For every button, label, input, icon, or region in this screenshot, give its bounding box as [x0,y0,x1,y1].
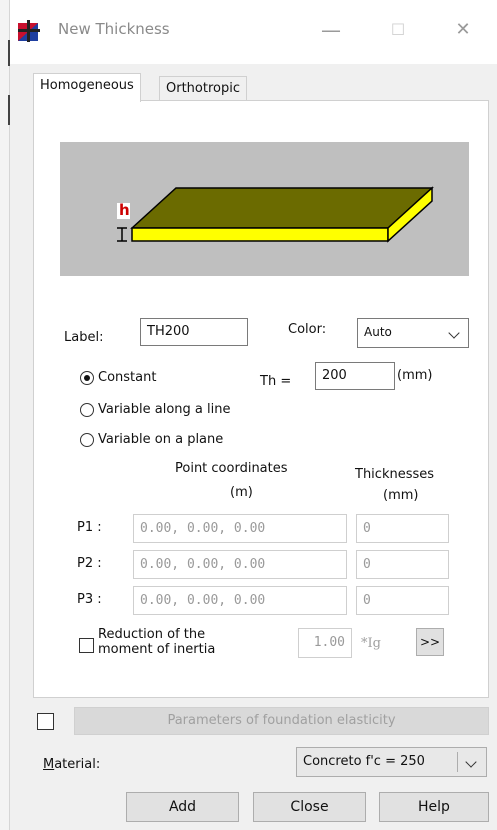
radio-variable-line[interactable]: Variable along a line [80,402,280,420]
reduction-value-input[interactable]: 1.00 [298,628,352,658]
label-input[interactable]: TH200 [140,318,248,346]
color-caption: Color: [288,322,327,337]
material-select[interactable]: Concreto f'c = 250 [296,747,487,777]
chevron-down-icon [448,327,460,339]
app-icon [18,20,40,42]
thicknesses-unit: (mm) [383,488,419,503]
radio-variable-plane[interactable]: Variable on a plane [80,432,280,450]
height-dimension-label: h [119,201,130,219]
add-button[interactable]: Add [126,792,239,822]
point-coordinates-header: Point coordinates [175,461,288,476]
label-caption: Label: [64,330,104,345]
tab-orthotropic[interactable]: Orthotropic [159,76,247,102]
maximize-button[interactable]: ☐ [378,14,418,46]
reduction-unit: *Ig [361,636,381,651]
radio-constant[interactable]: Constant [80,370,280,388]
point-p2-coords[interactable]: 0.00, 0.00, 0.00 [133,550,347,579]
th-caption: Th = [260,374,292,389]
point-p1-thickness[interactable]: 0 [356,514,449,543]
radio-button [80,433,94,447]
point-label-p1: P1 : [77,520,102,535]
point-p3-coords[interactable]: 0.00, 0.00, 0.00 [133,586,347,615]
point-label-p2: P2 : [77,556,102,571]
radio-button [80,403,94,417]
thickness-preview: h [60,142,469,276]
maximize-icon: ☐ [390,20,406,39]
color-select[interactable]: Auto [357,318,469,348]
foundation-checkbox[interactable] [37,713,54,730]
radio-variable-plane-label: Variable on a plane [98,432,224,447]
radio-constant-label: Constant [98,370,157,385]
point-label-p3: P3 : [77,592,102,607]
th-unit: (mm) [397,368,433,383]
thicknesses-header: Thicknesses [355,467,435,482]
chevron-down-icon [465,756,477,768]
point-p2-thickness[interactable]: 0 [356,550,449,579]
tab-homogeneous[interactable]: Homogeneous [33,73,141,102]
material-select-value: Concreto f'c = 250 [303,754,425,769]
close-button[interactable]: Close [253,792,366,822]
minimize-button[interactable]: — [311,14,351,46]
help-button[interactable]: Help [379,792,489,822]
close-icon: ✕ [455,19,471,40]
select-divider [457,752,458,772]
minimize-icon: — [321,18,341,42]
point-p3-thickness[interactable]: 0 [356,586,449,615]
radio-variable-line-label: Variable along a line [98,402,231,417]
close-window-button[interactable]: ✕ [443,14,483,46]
radio-button-selected [80,371,94,385]
reduction-label: Reduction of the moment of inertia [98,627,216,657]
th-input[interactable]: 200 [315,362,395,390]
point-p1-coords[interactable]: 0.00, 0.00, 0.00 [133,514,347,543]
color-select-value: Auto [364,325,392,339]
foundation-elasticity-button[interactable]: Parameters of foundation elasticity [74,707,489,735]
window-title: New Thickness [58,20,170,38]
material-caption: Material: [43,757,101,772]
reduction-more-button[interactable]: >> [416,628,444,656]
reduction-checkbox[interactable] [79,638,94,653]
point-coordinates-unit: (m) [230,485,253,500]
